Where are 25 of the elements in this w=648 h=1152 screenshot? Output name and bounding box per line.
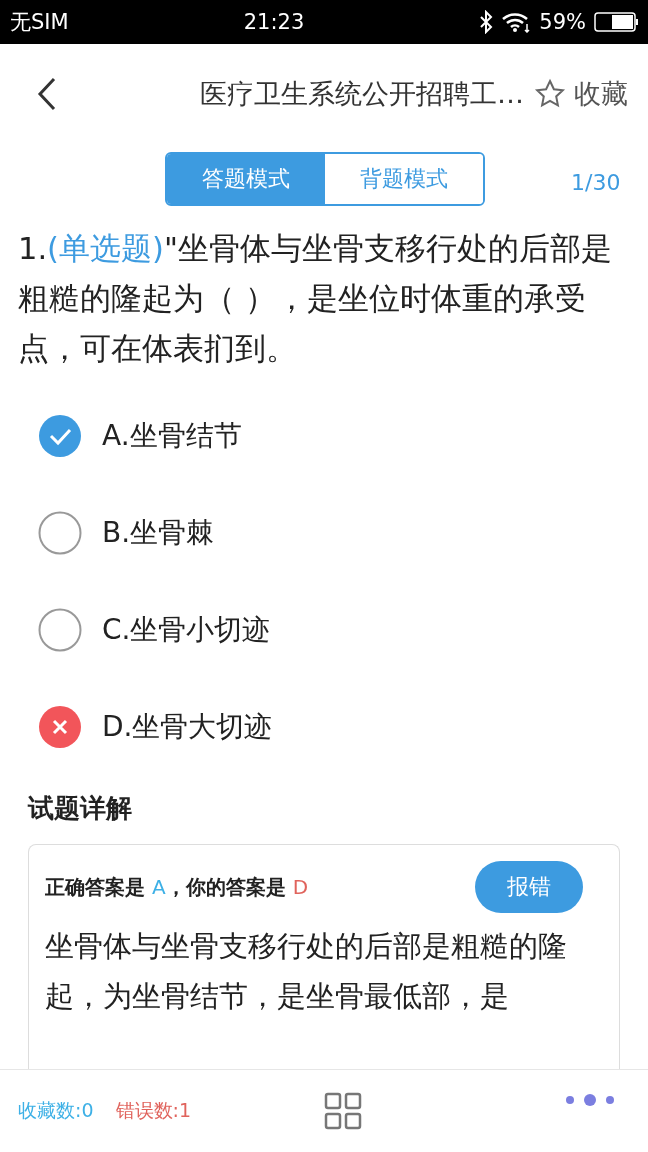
- option-label[interactable]: D.坐骨大切迹: [102, 708, 273, 746]
- wifi-icon: [501, 11, 532, 33]
- grid-icon[interactable]: [324, 1092, 362, 1130]
- question-counter: 1/30: [571, 169, 621, 195]
- errors-count: 错误数:1: [115, 1098, 191, 1123]
- option-label[interactable]: A.坐骨结节: [102, 417, 242, 455]
- check-icon[interactable]: [38, 414, 82, 458]
- answer-summary: 正确答案是 A，你的答案是 D: [45, 873, 309, 901]
- radio-circle[interactable]: [38, 608, 82, 652]
- page-title: 医疗卫生系统公开招聘工…: [199, 77, 525, 111]
- bluetooth-icon: [479, 10, 494, 34]
- option-label[interactable]: C.坐骨小切迹: [102, 611, 271, 649]
- cross-icon[interactable]: [38, 705, 82, 749]
- favorites-count: 收藏数:0: [18, 1098, 94, 1123]
- section-heading: 试题详解: [26, 792, 133, 825]
- battery-text: 59%: [539, 10, 586, 34]
- battery-icon: [594, 11, 638, 33]
- carrier-text: 无SIM: [10, 9, 69, 36]
- radio-circle[interactable]: [38, 511, 82, 555]
- explanation-text: 坐骨体与坐骨支移行处的后部是粗糙的隆起，为坐骨结节，是坐骨最低部，是: [45, 928, 568, 1015]
- option-label[interactable]: B.坐骨棘: [102, 514, 215, 552]
- question-text: 1.(单选题)"坐骨体与坐骨支移行处的后部是粗糙的隆起为（ ），是坐位时体重的承受点，可在体表扪到。: [17, 230, 613, 368]
- favorite-button[interactable]: 收藏: [534, 76, 628, 112]
- clock-text: 21:23: [243, 10, 305, 34]
- star-icon[interactable]: [534, 78, 566, 110]
